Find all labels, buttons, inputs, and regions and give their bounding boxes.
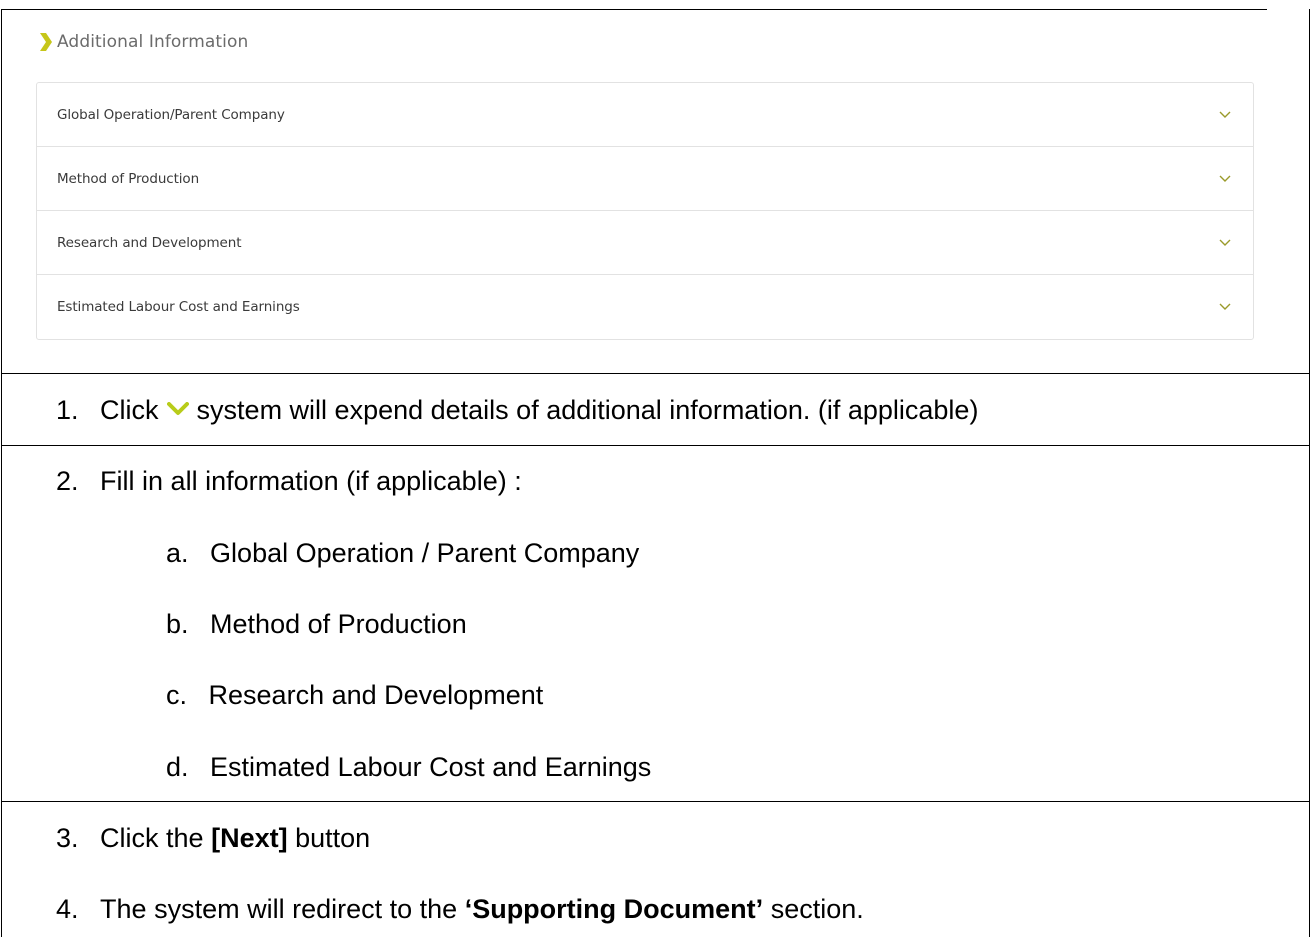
subitem-letter: a. (166, 538, 189, 568)
step-3-text-after: button (295, 823, 371, 853)
chevron-down-icon[interactable] (1219, 175, 1231, 183)
step-3: 3. Click the [Next] button (56, 822, 370, 854)
accordion-item-global-operation[interactable]: Global Operation/Parent Company (37, 83, 1253, 147)
accordion-item-research-and-development[interactable]: Research and Development (37, 211, 1253, 275)
step-2-subitem: b. Method of Production (166, 608, 467, 640)
step-number: 3. (56, 823, 79, 853)
chevron-down-icon (166, 401, 189, 415)
step-number: 2. (56, 466, 79, 496)
row-divider (1, 445, 1310, 446)
row-divider (1, 373, 1310, 374)
step-number: 1. (56, 395, 79, 425)
step-4-text-before: The system will redirect to the (100, 894, 458, 924)
subitem-letter: b. (166, 609, 189, 639)
chevron-down-icon[interactable] (1219, 239, 1231, 247)
chevron-right-icon (40, 33, 52, 51)
step-4-text-after: section. (770, 894, 864, 924)
subitem-letter: d. (166, 752, 189, 782)
step-2-subitem: c. Research and Development (166, 679, 543, 711)
next-button-reference: [Next] (211, 823, 288, 853)
chevron-down-icon[interactable] (1219, 111, 1231, 119)
subitem-text: Research and Development (208, 680, 544, 710)
step-1: 1. Click system will expend details of ad… (56, 394, 978, 426)
subitem-letter: c. (166, 680, 188, 710)
step-number: 4. (56, 894, 79, 924)
step-4: 4. The system will redirect to the ‘Supp… (56, 893, 864, 925)
step-2-subitem: a. Global Operation / Parent Company (166, 537, 639, 569)
step-2: 2. Fill in all information (if applicabl… (56, 465, 522, 497)
chevron-down-icon[interactable] (1219, 303, 1231, 311)
step-2-text: Fill in all information (if applicable) … (100, 466, 522, 496)
step-2-subitem: d. Estimated Labour Cost and Earnings (166, 751, 651, 783)
subitem-text: Method of Production (210, 609, 467, 639)
accordion-item-estimated-labour-cost[interactable]: Estimated Labour Cost and Earnings (37, 275, 1253, 339)
screenshot-panel: Additional Information Global Operation/… (0, 0, 1307, 364)
accordion-item-label: Estimated Labour Cost and Earnings (57, 299, 300, 315)
accordion-item-label: Method of Production (57, 170, 200, 187)
section-title: Additional Information (57, 32, 249, 52)
accordion-item-label: Research and Development (57, 234, 242, 251)
step-1-text-before: Click (100, 395, 159, 425)
subitem-text: Global Operation / Parent Company (210, 538, 640, 568)
supporting-document-reference: ‘Supporting Document’ (464, 894, 764, 924)
row-divider (1, 801, 1310, 802)
accordion-item-method-of-production[interactable]: Method of Production (37, 147, 1253, 211)
section-header: Additional Information (37, 30, 248, 54)
step-3-text-before: Click the (100, 823, 204, 853)
step-1-text-after: system will expend details of additional… (196, 395, 979, 425)
subitem-text: Estimated Labour Cost and Earnings (210, 752, 652, 782)
accordion: Global Operation/Parent Company Method o… (36, 82, 1254, 340)
accordion-item-label: Global Operation/Parent Company (57, 106, 285, 123)
